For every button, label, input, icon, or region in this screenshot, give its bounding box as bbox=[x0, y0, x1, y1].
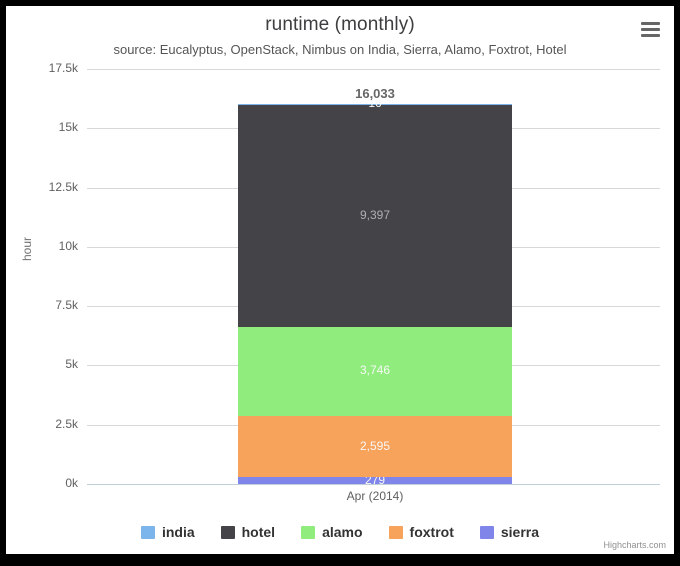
x-axis-line bbox=[87, 484, 660, 485]
y-axis-tick-label: 15k bbox=[58, 120, 78, 134]
bar-segment-foxtrot[interactable] bbox=[238, 415, 512, 478]
credits-label: Highcharts.com bbox=[603, 540, 666, 550]
legend-item-sierra[interactable]: sierra bbox=[479, 524, 540, 540]
legend-item-india[interactable]: india bbox=[140, 524, 195, 540]
y-axis-tick-label: 5k bbox=[65, 357, 78, 371]
hamburger-menu-icon[interactable] bbox=[636, 16, 664, 42]
legend-item-label: india bbox=[161, 524, 195, 540]
legend-item-label: alamo bbox=[322, 524, 363, 540]
plot-area: 279 2,595 3,746 9,397 16 bbox=[87, 69, 660, 487]
y-axis-tick-label: 10k bbox=[58, 239, 78, 253]
legend-swatch-icon bbox=[301, 525, 316, 539]
y-axis-tick-label: 12.5k bbox=[48, 180, 78, 194]
legend-item-foxtrot[interactable]: foxtrot bbox=[388, 524, 454, 540]
y-axis-tick-label: 7.5k bbox=[55, 298, 78, 312]
legend-swatch-icon bbox=[140, 525, 155, 539]
y-axis-tick-label: 0k bbox=[65, 476, 78, 490]
legend-item-hotel[interactable]: hotel bbox=[220, 524, 276, 540]
legend-swatch-icon bbox=[220, 525, 235, 539]
legend-item-label: hotel bbox=[241, 524, 276, 540]
legend-swatch-icon bbox=[479, 525, 494, 539]
legend-item-alamo[interactable]: alamo bbox=[301, 524, 363, 540]
legend: india hotel alamo foxtrot sierra bbox=[6, 524, 674, 540]
hamburger-bar bbox=[641, 22, 660, 25]
y-axis-tick-label: 2.5k bbox=[55, 417, 78, 431]
chart-container: runtime (monthly) source: Eucalyptus, Op… bbox=[6, 6, 674, 554]
chart-title: runtime (monthly) bbox=[265, 14, 415, 35]
chart-subtitle: source: Eucalyptus, OpenStack, Nimbus on… bbox=[113, 42, 567, 57]
bar-segment-alamo[interactable] bbox=[238, 327, 512, 416]
legend-item-label: sierra bbox=[500, 524, 540, 540]
hamburger-bar bbox=[641, 34, 660, 37]
x-axis-tick-label: Apr (2014) bbox=[346, 489, 404, 503]
legend-item-label: foxtrot bbox=[409, 524, 454, 540]
y-axis-tick-label: 17.5k bbox=[48, 61, 78, 75]
legend-swatch-icon bbox=[388, 525, 403, 539]
stack-total-label: 16,033 bbox=[355, 85, 395, 101]
bar-segment-sierra[interactable] bbox=[238, 477, 512, 484]
hamburger-bar bbox=[641, 28, 660, 31]
bar-segment-hotel[interactable] bbox=[238, 104, 512, 327]
